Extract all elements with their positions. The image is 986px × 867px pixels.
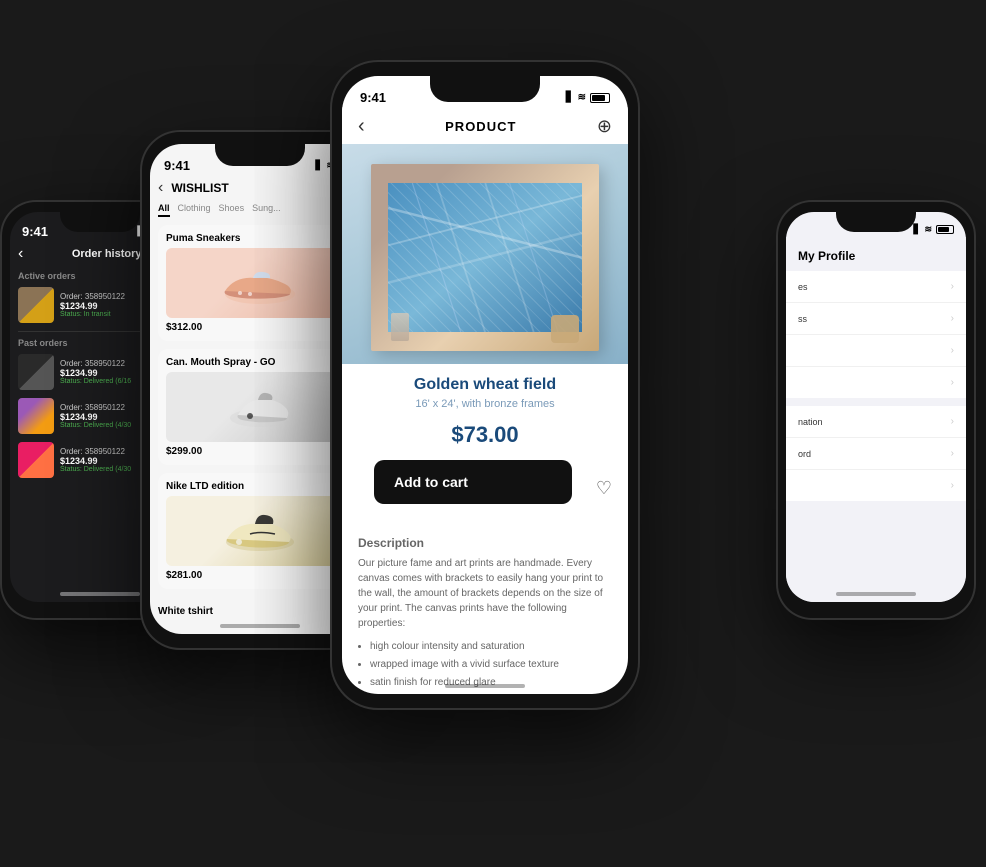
product-price: $73.00 — [342, 418, 628, 460]
back-button-oh[interactable]: ‹ — [18, 245, 23, 263]
wifi-icon-f: ≋ — [578, 92, 586, 103]
time-front: 9:41 — [360, 90, 386, 105]
tab-sung[interactable]: Sung... — [252, 203, 281, 217]
profile-content: My Profile es › ss › › › — [786, 237, 966, 602]
product-img-puma — [166, 248, 354, 318]
notch-right — [836, 212, 916, 232]
wifi-icon-r: ≋ — [924, 224, 932, 235]
bullet-1: high colour intensity and saturation — [370, 639, 612, 654]
notch-front — [430, 76, 540, 102]
profile-phone: 9:41 ▋ ≋ My Profile es › ss › — [776, 200, 976, 620]
profile-section-1: es › ss › › › — [786, 271, 966, 398]
home-indicator-left — [60, 592, 140, 596]
prod-header: ‹ PRODUCT ⊕ — [342, 107, 628, 144]
tab-all[interactable]: All — [158, 203, 170, 217]
status-icons-front: ▋ ≋ — [566, 92, 610, 103]
canvas-art — [388, 183, 582, 333]
battery-icon-r — [936, 225, 954, 234]
prod-title: PRODUCT — [445, 119, 516, 134]
order-img-past-1 — [18, 354, 54, 390]
order-img-past-3 — [18, 442, 54, 478]
sneaker-svg-puma — [215, 256, 305, 311]
signal-icon-r: ▋ — [914, 224, 921, 235]
art-svg — [388, 183, 582, 333]
order-img-past-2 — [18, 398, 54, 434]
home-indicator-right — [836, 592, 916, 596]
product-name-nike: Nike LTD edition — [166, 481, 354, 492]
horse-decoration — [551, 315, 579, 343]
product-description: Description Our picture fame and art pri… — [342, 528, 628, 694]
notch-middle — [215, 144, 305, 166]
description-title: Description — [358, 536, 612, 550]
product-price-nike: $281.00 — [166, 570, 354, 581]
product-main-image — [342, 144, 628, 364]
notch — [60, 212, 140, 232]
chevron-5: › — [951, 448, 954, 459]
spray-svg — [220, 380, 300, 435]
bullet-2: wrapped image with a vivid surface textu… — [370, 657, 612, 672]
hourglass-decoration — [391, 313, 409, 341]
chevron-4: › — [951, 416, 954, 427]
product-img-nike — [166, 496, 354, 566]
signal-icon-f: ▋ — [566, 92, 574, 103]
profile-title: My Profile — [786, 241, 966, 271]
product-price-puma: $312.00 — [166, 322, 354, 333]
product-name: Golden wheat field — [342, 364, 628, 398]
description-body: Our picture fame and art prints are hand… — [358, 556, 612, 631]
battery-icon-f — [590, 93, 610, 103]
profile-row-4[interactable]: nation › — [786, 406, 966, 438]
profile-row-2[interactable]: › — [786, 335, 966, 367]
add-to-cart-button[interactable]: Add to cart — [374, 460, 572, 504]
profile-row-label-1: ss — [798, 314, 807, 324]
tab-clothing[interactable]: Clothing — [178, 203, 211, 217]
chevron-0: › — [951, 281, 954, 292]
tab-shoes[interactable]: Shoes — [219, 203, 245, 217]
profile-row-0[interactable]: es › — [786, 271, 966, 303]
wishlist-button[interactable]: ♡ — [596, 478, 612, 499]
profile-screen: 9:41 ▋ ≋ My Profile es › ss › — [786, 212, 966, 602]
profile-row-1[interactable]: ss › — [786, 303, 966, 335]
product-img-spray — [166, 372, 354, 442]
home-indicator-middle — [220, 624, 300, 628]
profile-row-label-5: ord — [798, 449, 811, 459]
product-price-spray: $299.00 — [166, 446, 354, 457]
description-text: Our picture fame and art prints are hand… — [358, 556, 612, 694]
home-indicator-front — [445, 684, 525, 688]
profile-row-5[interactable]: ord › — [786, 438, 966, 470]
chevron-3: › — [951, 377, 954, 388]
back-button-prod[interactable]: ‹ — [358, 115, 365, 138]
profile-row-label-0: es — [798, 282, 808, 292]
product-frame — [371, 164, 600, 351]
chevron-6: › — [951, 480, 954, 491]
back-button-wl[interactable]: ‹ — [158, 179, 163, 197]
sneaker-svg-nike — [215, 504, 305, 559]
cart-icon[interactable]: ⊕ — [597, 116, 612, 137]
status-icons-right: ▋ ≋ — [914, 224, 954, 235]
signal-icon-m: ▋ — [316, 160, 323, 171]
profile-row-6[interactable]: › — [786, 470, 966, 501]
time-middle: 9:41 — [164, 158, 190, 173]
product-subtitle: 16' x 24', with bronze frames — [342, 398, 628, 418]
product-name-puma: Puma Sneakers — [166, 233, 354, 244]
chevron-1: › — [951, 313, 954, 324]
time-left: 9:41 — [22, 224, 48, 239]
product-content: ‹ PRODUCT ⊕ — [342, 107, 628, 694]
product-phone: 9:41 ▋ ≋ ‹ PRODUCT ⊕ — [330, 60, 640, 710]
order-img-active — [18, 287, 54, 323]
product-screen: 9:41 ▋ ≋ ‹ PRODUCT ⊕ — [342, 76, 628, 694]
product-name-spray: Can. Mouth Spray - GO — [166, 357, 354, 368]
profile-section-2: nation › ord › › — [786, 406, 966, 501]
add-to-cart-row: Add to cart ♡ — [342, 460, 628, 528]
profile-row-label-4: nation — [798, 417, 823, 427]
profile-row-3[interactable]: › — [786, 367, 966, 398]
bullet-4: screws and plugs for the wall are not in… — [370, 693, 612, 694]
chevron-2: › — [951, 345, 954, 356]
add-to-cart-label: Add to cart — [394, 474, 468, 490]
